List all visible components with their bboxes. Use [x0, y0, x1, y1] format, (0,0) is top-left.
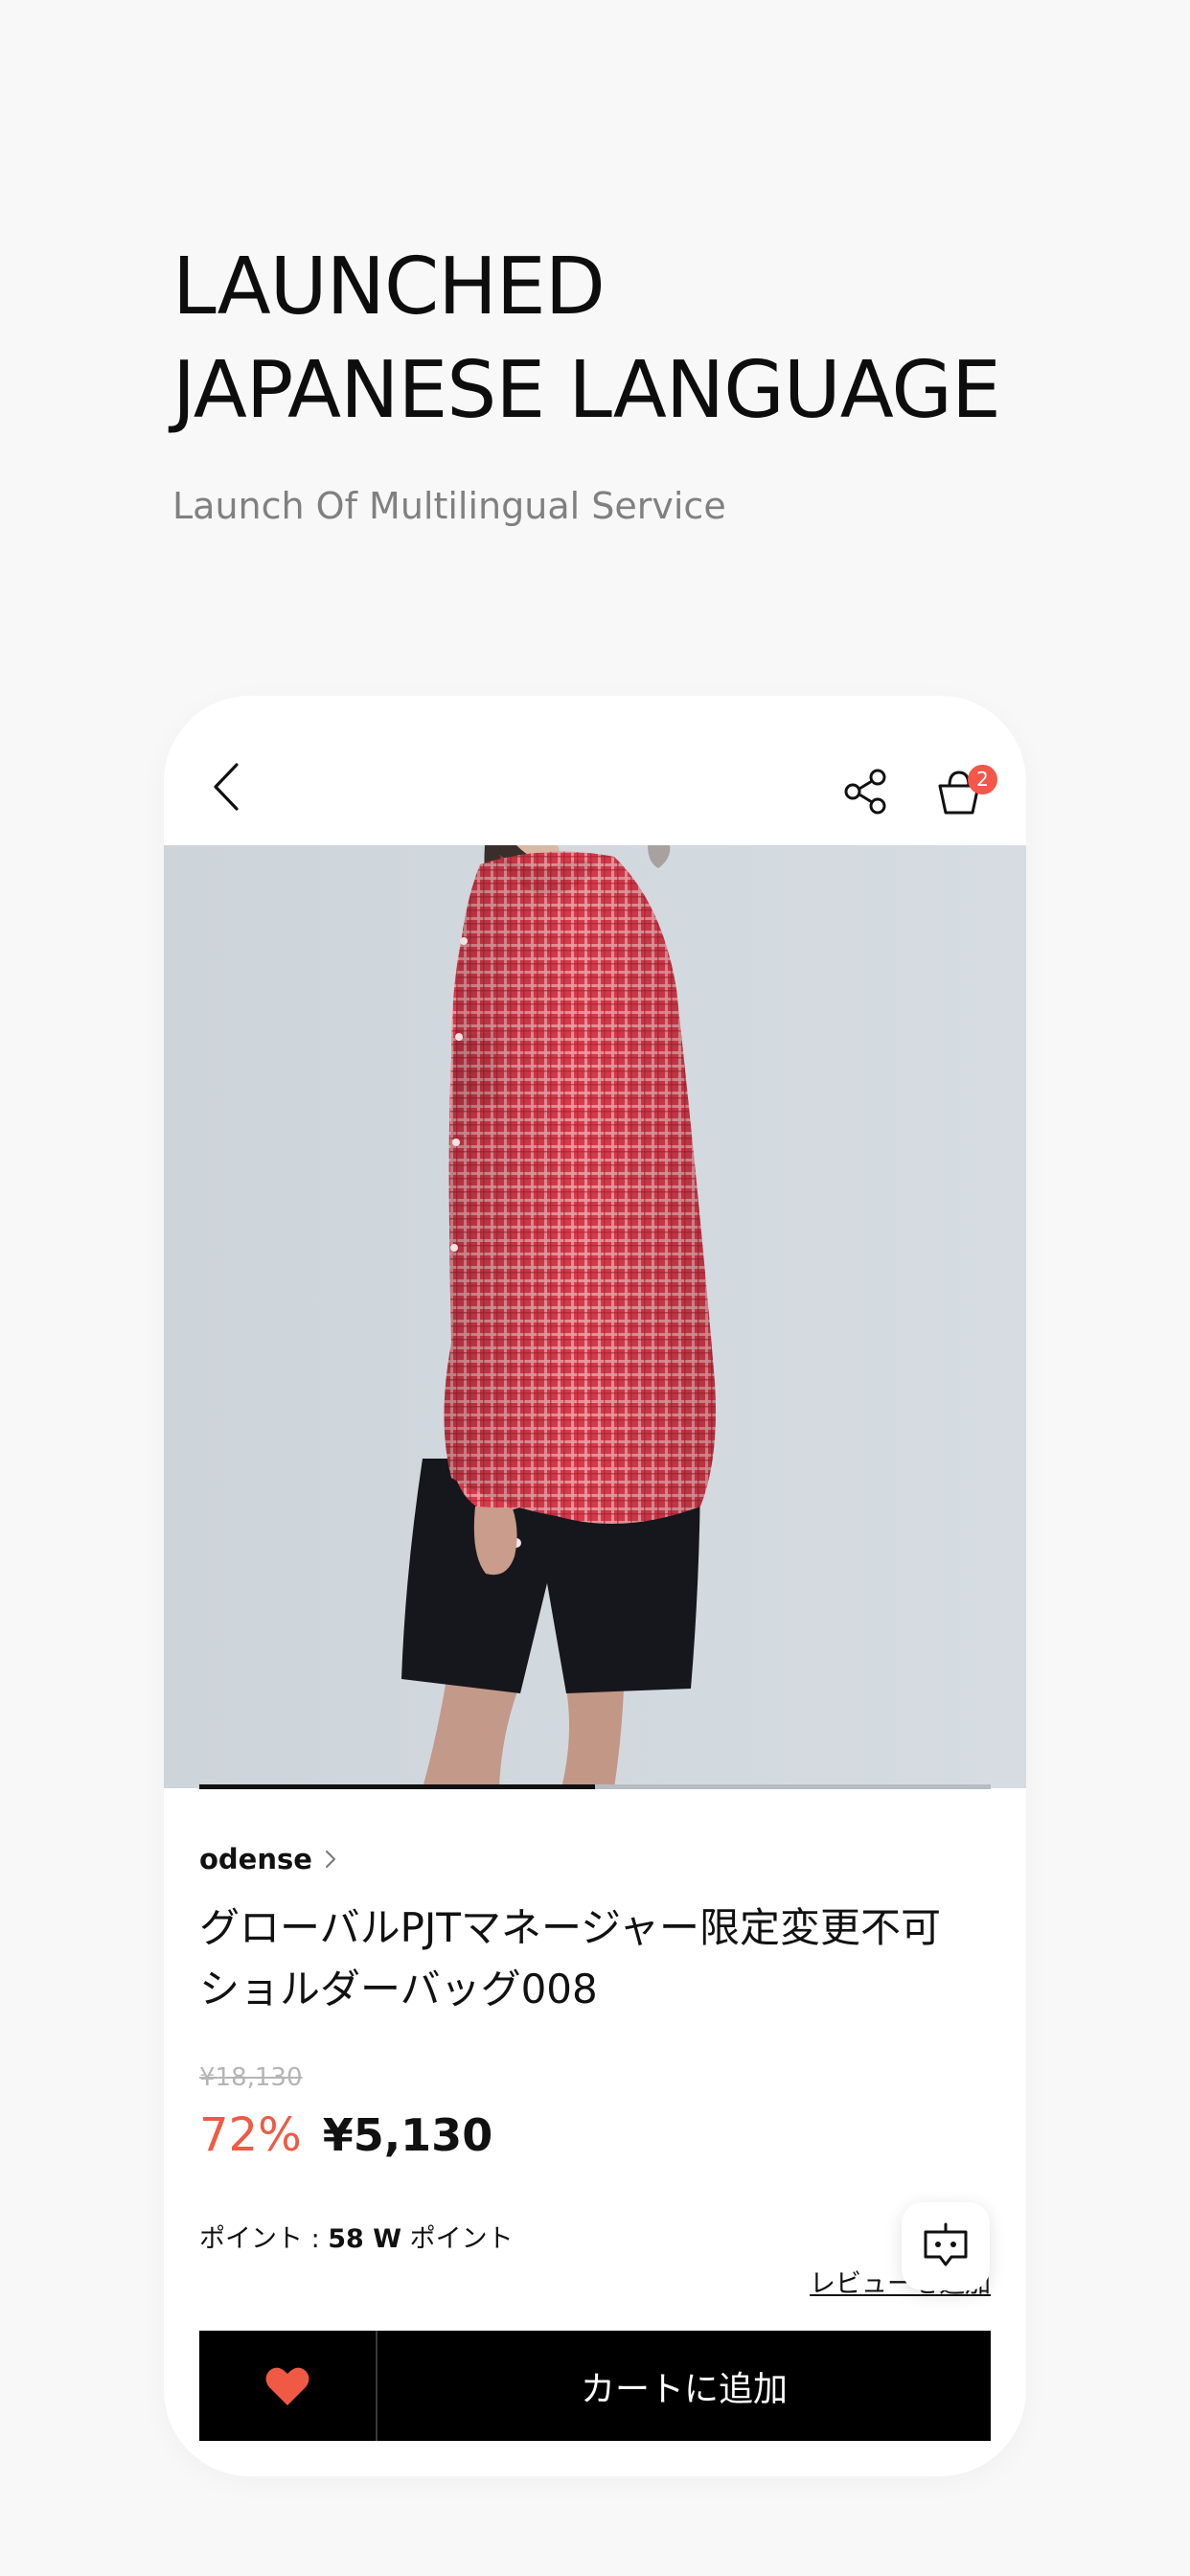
product-title-line-2: ショルダーバッグ008: [199, 1966, 598, 2012]
chevron-left-icon: [214, 763, 239, 811]
wishlist-button[interactable]: [199, 2331, 378, 2441]
app-header: 2: [164, 696, 1026, 845]
image-progress-fill: [199, 1784, 595, 1789]
share-button[interactable]: [835, 761, 896, 822]
brand-link[interactable]: odense: [199, 1840, 337, 1878]
price-row: 72% ¥5,130: [199, 2104, 492, 2166]
cart-button[interactable]: 2: [928, 753, 997, 826]
product-title-line-1: グローバルPJTマネージャー限定変更不可: [199, 1904, 942, 1951]
chevron-right-icon: [324, 1849, 337, 1870]
phone-mockup: 2 odense グローバルPJTマネージャー限定変更不可 ショルダーバッグ00…: [164, 696, 1026, 2476]
add-to-cart-button[interactable]: カートに追加: [378, 2331, 991, 2441]
discount-rate: 72%: [199, 2108, 302, 2162]
image-progress-track: [199, 1784, 991, 1789]
product-photo: [401, 845, 716, 1788]
points-info: ポイント : 58 W ポイント: [199, 2222, 514, 2257]
hero-title: LAUNCHED JAPANESE LANGUAGE: [172, 236, 1073, 443]
brand-name: odense: [199, 1843, 312, 1875]
hero-title-line-2: JAPANESE LANGUAGE: [172, 345, 1001, 436]
product-title: グローバルPJTマネージャー限定変更不可 ショルダーバッグ008: [199, 1898, 995, 2020]
heart-icon: [265, 2367, 309, 2405]
share-icon: [844, 769, 886, 815]
original-price: ¥18,130: [199, 2063, 303, 2092]
product-image[interactable]: [164, 845, 1026, 1788]
back-button[interactable]: [198, 753, 256, 820]
hero-subtitle: Launch Of Multilingual Service: [172, 485, 726, 527]
chatbot-button[interactable]: [902, 2202, 990, 2290]
hero-title-line-1: LAUNCHED: [172, 242, 606, 333]
points-value: 58 W: [328, 2224, 402, 2254]
points-label: ポイント :: [199, 2224, 329, 2254]
sale-price: ¥5,130: [322, 2109, 493, 2161]
cart-count-badge: 2: [968, 765, 997, 794]
chatbot-icon: [924, 2222, 968, 2266]
points-suffix: ポイント: [401, 2224, 514, 2254]
bottom-action-bar: カートに追加: [199, 2331, 991, 2441]
